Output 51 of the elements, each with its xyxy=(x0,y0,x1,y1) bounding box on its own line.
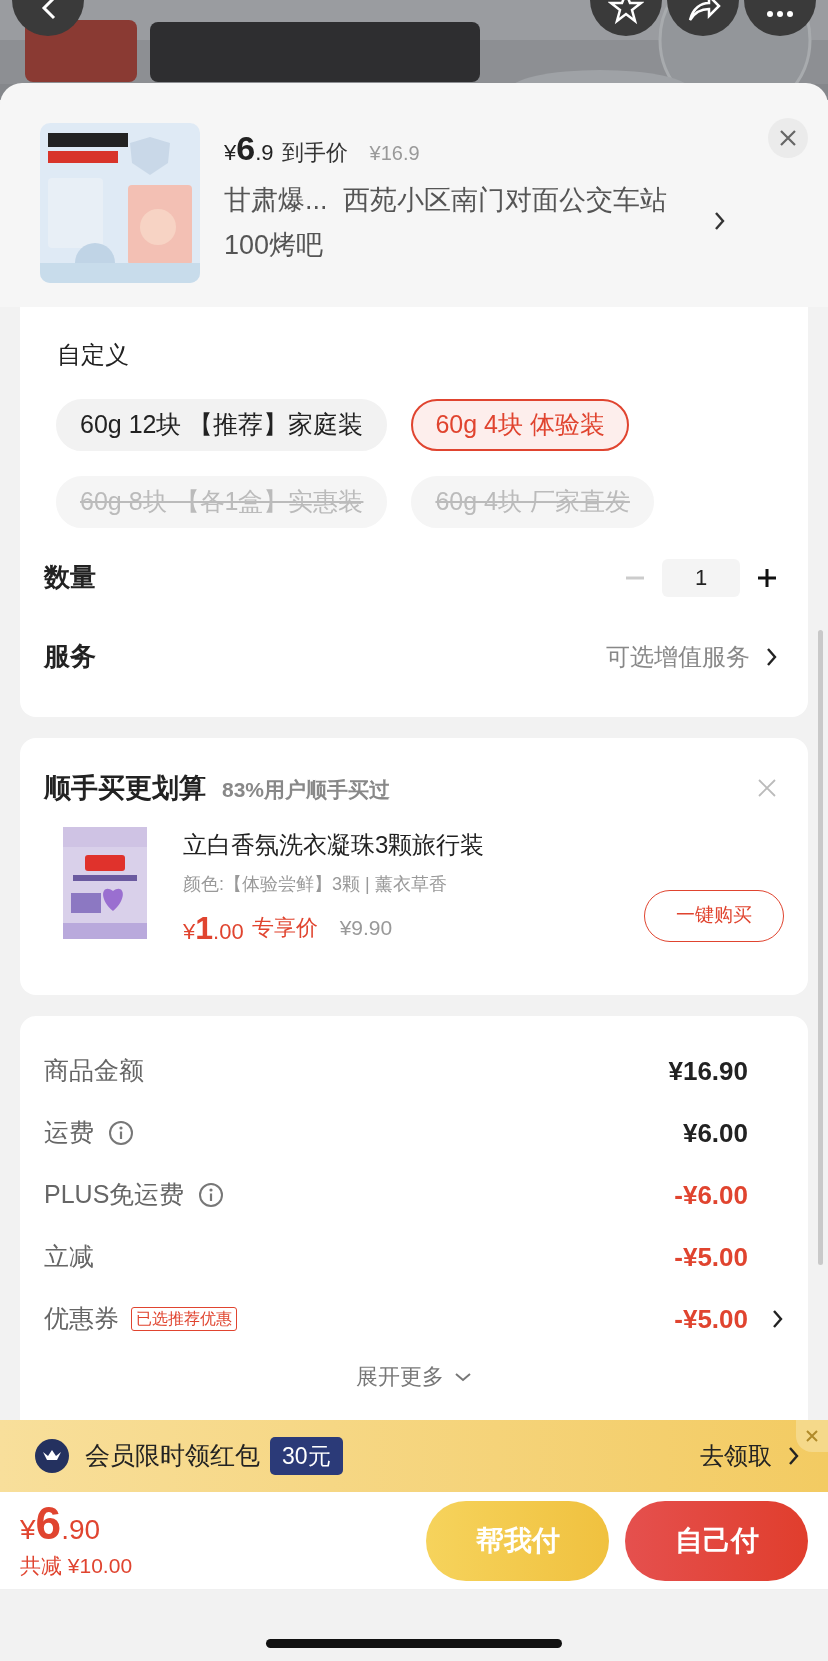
buy-button[interactable]: 一键购买 xyxy=(644,889,784,942)
summary-label: 优惠券 xyxy=(44,1303,119,1335)
chevron-icon xyxy=(714,211,726,231)
chevron-down-icon xyxy=(454,1370,472,1383)
amount-text: -¥5.00 xyxy=(674,1302,748,1336)
amount-text: -¥6.00 xyxy=(674,1178,748,1212)
summary-label: 商品金额 xyxy=(44,1055,144,1087)
plus-icon[interactable] xyxy=(756,566,778,589)
summary-label: PLUS免运费 xyxy=(44,1179,185,1211)
option-chip[interactable]: 60g 4块 体验装 xyxy=(411,399,629,451)
info-icon[interactable] xyxy=(198,1182,225,1208)
service-link[interactable]: 可选增值服务 xyxy=(606,638,750,675)
amount-text: -¥5.00 xyxy=(674,1240,748,1274)
section-title: 顺手买更划算 xyxy=(44,772,206,805)
total-price: ¥6.90 xyxy=(20,1499,102,1546)
amount-text: ¥16.90 xyxy=(668,1054,748,1088)
summary-label: 立减 xyxy=(44,1241,94,1273)
summary-label: 运费 xyxy=(44,1117,94,1149)
chevron-icon xyxy=(766,646,778,667)
saved-text: 共减 ¥10.00 xyxy=(20,1552,133,1579)
address-text: 甘肃爆... 西苑小区南门对面公交车站100烤吧 xyxy=(224,184,668,262)
crown-icon xyxy=(35,1439,69,1473)
original-price: ¥9.90 xyxy=(339,914,393,941)
close-button[interactable] xyxy=(768,118,808,158)
pay-button[interactable]: 自己付 xyxy=(625,1500,808,1581)
info-icon[interactable] xyxy=(108,1120,134,1146)
price-text: ¥6.9 xyxy=(224,128,274,169)
coupon-tag: 已选推荐优惠 xyxy=(131,1307,237,1331)
service-label: 服务 xyxy=(44,640,96,673)
subtitle-text: 83%用户顺手买过 xyxy=(222,777,391,803)
close-icon xyxy=(779,129,797,147)
product-spec: 颜色:【体验尝鲜】3颗 | 薰衣草香 xyxy=(183,872,448,896)
promo-text: 会员限时领红包 xyxy=(85,1440,260,1472)
section-title: 自定义 xyxy=(57,340,130,370)
price-label: 专享价 xyxy=(251,914,318,942)
more-icon xyxy=(766,10,794,18)
star-icon xyxy=(608,0,644,26)
price-label: 到手价 xyxy=(281,139,348,167)
amount-text: ¥6.00 xyxy=(682,1116,748,1150)
claim-link[interactable]: 去领取 xyxy=(700,1438,772,1474)
quantity-label: 数量 xyxy=(44,561,96,594)
chevron-icon xyxy=(788,1446,800,1466)
amount-badge: 30元 xyxy=(270,1436,343,1476)
price-text: ¥1.00 xyxy=(183,908,244,948)
promo-banner[interactable]: 会员限时领红包 30元 去领取 xyxy=(0,1420,828,1492)
expand-link[interactable]: 展开更多 xyxy=(356,1360,444,1393)
chevron-icon[interactable] xyxy=(772,1309,784,1329)
quantity-field[interactable]: 1 xyxy=(662,558,740,597)
product-name: 立白香氛洗衣凝珠3颗旅行装 xyxy=(183,829,486,860)
original-price: ¥16.9 xyxy=(369,141,420,166)
option-chip[interactable]: 60g 12块 【推荐】家庭装 xyxy=(56,399,388,451)
